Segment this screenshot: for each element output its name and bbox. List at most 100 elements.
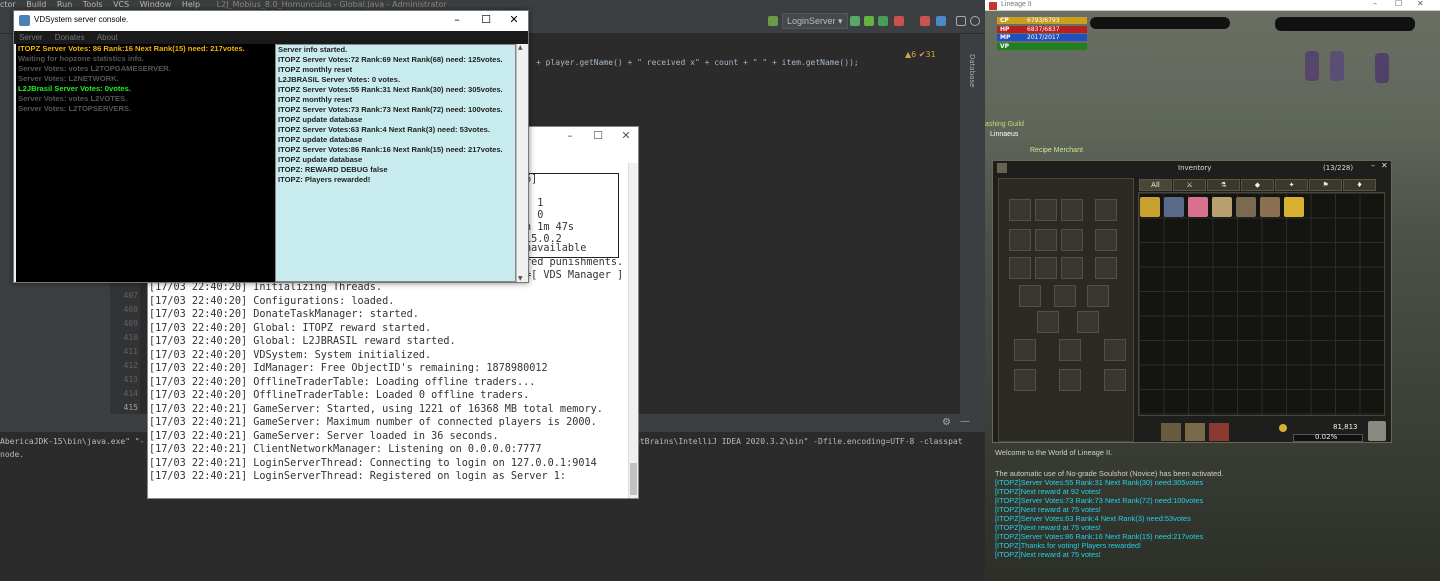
menu-item[interactable]: Help	[182, 0, 200, 9]
project-structure-icon[interactable]	[936, 16, 946, 26]
equipment-slot[interactable]	[1059, 369, 1081, 391]
equipment-slot[interactable]	[1037, 311, 1059, 333]
chat-window[interactable]: Welcome to the World of Lineage II. The a…	[995, 448, 1355, 581]
tab-etc[interactable]: ✦	[1275, 179, 1308, 191]
equipment-slot[interactable]	[1009, 229, 1031, 251]
equipment-slot[interactable]	[1014, 339, 1036, 361]
equipment-slot[interactable]	[1059, 339, 1081, 361]
equipment-slot[interactable]	[1035, 257, 1057, 279]
debug-icon[interactable]	[864, 16, 874, 26]
database-tab[interactable]: Database	[968, 54, 976, 87]
run-config-select[interactable]: LoginServer ▾	[782, 13, 848, 29]
maximize-button[interactable]: ☐	[480, 14, 492, 26]
run-icon[interactable]	[850, 16, 860, 26]
minimize-button[interactable]: –	[564, 130, 576, 142]
inventory-item[interactable]	[1212, 197, 1232, 217]
vote-status-line: Waiting for hopzone statistics info.	[18, 54, 144, 63]
menu-server[interactable]: Server	[19, 33, 43, 42]
scrollbar-thumb[interactable]	[630, 463, 637, 495]
stop-icon[interactable]	[920, 16, 930, 26]
menu-item[interactable]: Tools	[83, 0, 103, 9]
log-line: [17/03 22:40:21] LoginServerThread: Conn…	[149, 457, 597, 469]
scroll-up-icon[interactable]: ▲	[518, 44, 523, 51]
menu-item[interactable]: Build	[26, 0, 46, 9]
inventory-item[interactable]	[1284, 197, 1304, 217]
title-bar[interactable]: VDSystem server console. – ☐ ✕	[14, 11, 528, 31]
scrollbar[interactable]: ▲ ▼	[516, 44, 526, 282]
menu-item[interactable]: Run	[57, 0, 72, 9]
menu-item[interactable]: ctor	[0, 0, 16, 9]
menu-donates[interactable]: Donates	[55, 33, 85, 42]
code-line: + player.getName() + " received x" + cou…	[536, 58, 859, 67]
menu-item[interactable]: Window	[140, 0, 172, 9]
close-button[interactable]: ✕	[508, 14, 520, 26]
equipment-slot[interactable]	[1014, 369, 1036, 391]
menu-bar: Server Donates About	[14, 31, 528, 44]
menu-item[interactable]: VCS	[113, 0, 129, 9]
trash-icon[interactable]	[1368, 421, 1386, 441]
equipment-slot[interactable]	[1095, 229, 1117, 251]
inventory-item[interactable]	[1260, 197, 1280, 217]
equipment-slot[interactable]	[1019, 285, 1041, 307]
menu-about[interactable]: About	[97, 33, 118, 42]
tab-quest[interactable]: ⚑	[1309, 179, 1342, 191]
inventory-item[interactable]	[1140, 197, 1160, 217]
coverage-icon[interactable]	[878, 16, 888, 26]
equipment-slot[interactable]	[1095, 257, 1117, 279]
tab-misc[interactable]: ♦	[1343, 179, 1376, 191]
tab-consumable[interactable]: ⚗	[1207, 179, 1240, 191]
maximize-button[interactable]: ☐	[592, 130, 604, 142]
tab-all[interactable]: All	[1139, 179, 1172, 191]
maximize-button[interactable]: ☐	[1395, 0, 1402, 8]
profile-icon[interactable]	[894, 16, 904, 26]
inventory-item[interactable]	[1236, 197, 1256, 217]
inventory-grid[interactable]	[1138, 192, 1385, 416]
stat-label: VP	[1000, 42, 1010, 50]
close-button[interactable]: ✕	[1417, 0, 1424, 8]
search-icon[interactable]	[970, 16, 980, 26]
inspection-counter[interactable]: ▲6 ✔31	[905, 50, 936, 59]
equipment-slot[interactable]	[1104, 339, 1126, 361]
inventory-action-icon[interactable]	[1209, 423, 1229, 441]
title-bar[interactable]: Lineage II – ☐ ✕	[985, 0, 1440, 11]
equipment-slot[interactable]	[1087, 285, 1109, 307]
scrollbar[interactable]	[628, 163, 638, 498]
chat-line: [ITOPZ]Next reward at 75 votes!	[995, 550, 1101, 559]
equipment-slot[interactable]	[1061, 257, 1083, 279]
gear-icon[interactable]: ⚙	[942, 417, 951, 428]
tab-equipment[interactable]: ⚔	[1173, 179, 1206, 191]
vdsystem-console-window[interactable]: VDSystem server console. – ☐ ✕ Server Do…	[13, 10, 529, 283]
equipment-slot[interactable]	[1077, 311, 1099, 333]
equipment-slot[interactable]	[1009, 257, 1031, 279]
minimize-button[interactable]: –	[451, 14, 463, 26]
layout-icon[interactable]	[956, 16, 966, 26]
server-log-panel[interactable]: Server info started. ITOPZ Server Votes:7…	[275, 44, 516, 282]
close-button[interactable]: ✕	[620, 130, 632, 142]
close-button[interactable]: ✕	[1381, 161, 1388, 170]
equipment-slot[interactable]	[1035, 199, 1057, 221]
inventory-item[interactable]	[1188, 197, 1208, 217]
inventory-action-icon[interactable]	[1161, 423, 1181, 441]
npc-guild-label: ashing Guild	[985, 121, 1024, 128]
equipment-slot[interactable]	[1054, 285, 1076, 307]
line-number: 411	[123, 347, 138, 356]
minimize-icon[interactable]: —	[960, 416, 970, 427]
redacted-name-bar	[1090, 17, 1230, 29]
line-number: 408	[123, 305, 138, 314]
npc-name-label[interactable]: Linnaeus	[990, 131, 1018, 138]
equipment-slot[interactable]	[1061, 229, 1083, 251]
equipment-slot[interactable]	[1095, 199, 1117, 221]
scroll-down-icon[interactable]: ▼	[518, 275, 523, 282]
equipment-slot[interactable]	[1009, 199, 1031, 221]
tab-material[interactable]: ◆	[1241, 179, 1274, 191]
adena-amount: 81,813	[1333, 423, 1358, 431]
equipment-slot[interactable]	[1104, 369, 1126, 391]
equipment-slot[interactable]	[1061, 199, 1083, 221]
inventory-item[interactable]	[1164, 197, 1184, 217]
minimize-button[interactable]: –	[1371, 161, 1375, 170]
equipment-slot[interactable]	[1035, 229, 1057, 251]
inventory-action-icon[interactable]	[1185, 423, 1205, 441]
inventory-window[interactable]: Inventory (13/228) – ✕ All ⚔ ⚗ ◆ ✦ ⚑ ♦ 8…	[992, 160, 1392, 443]
hammer-icon[interactable]	[768, 16, 778, 26]
minimize-button[interactable]: –	[1373, 0, 1377, 8]
